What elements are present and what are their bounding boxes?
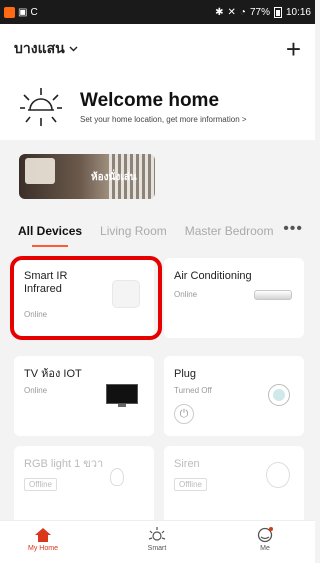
battery-icon	[273, 6, 282, 18]
room-card-living[interactable]: ห้องนั่งเล่น	[19, 154, 155, 199]
offline-badge: Offline	[174, 478, 207, 491]
device-name: Siren	[174, 458, 200, 470]
chevron-down-icon	[69, 46, 78, 52]
bottom-nav: My Home Smart Me	[0, 520, 315, 563]
welcome-section[interactable]: Welcome home Set your home location, get…	[0, 74, 315, 140]
offline-badge: Offline	[24, 478, 57, 491]
siren-icon	[266, 462, 290, 488]
device-card-tv[interactable]: TV ห้อง IOT Online	[14, 356, 154, 436]
welcome-subtitle[interactable]: Set your home location, get more informa…	[80, 115, 247, 124]
air-conditioner-icon	[254, 290, 292, 300]
power-toggle-button[interactable]: ⏻	[174, 404, 194, 424]
smart-sun-icon	[148, 527, 166, 541]
nav-label: My Home	[28, 545, 58, 552]
app-notification-icon	[4, 6, 15, 18]
mute-icon: ✕	[227, 6, 236, 18]
profile-icon	[257, 527, 273, 543]
device-card-rgb-light[interactable]: RGB light 1 ขวา Offline	[14, 446, 154, 526]
sun-icon	[20, 88, 62, 126]
home-name: บางแสน	[14, 40, 65, 56]
tv-stand	[118, 404, 126, 407]
add-device-button[interactable]: +	[286, 36, 301, 62]
device-card-smart-ir[interactable]: Smart IR Infrared Online	[14, 258, 154, 338]
home-selector[interactable]: บางแสน	[14, 38, 78, 60]
nav-me[interactable]: Me	[230, 523, 300, 552]
room-tabs: All Devices Living Room Master Bedroom •…	[0, 214, 315, 248]
nav-label: Smart	[147, 545, 167, 552]
top-header: บางแสน +	[0, 24, 315, 74]
plug-icon	[268, 384, 290, 406]
device-name: Air Conditioning	[174, 270, 252, 282]
status-bar: ▣ C ✱ ✕ ◔ 77% 10:16	[0, 0, 315, 24]
device-card-plug[interactable]: Plug Turned Off ⏻	[164, 356, 304, 436]
room-label: ห้องนั่งเล่น	[91, 172, 137, 183]
device-status: Online	[24, 310, 48, 319]
welcome-title: Welcome home	[80, 90, 220, 111]
device-card-air-conditioning[interactable]: Air Conditioning Online	[164, 258, 304, 338]
cast-icon: C	[30, 6, 38, 18]
clock: 10:16	[285, 6, 311, 18]
tab-all-devices[interactable]: All Devices	[18, 224, 82, 247]
room-photo-lamp	[25, 158, 55, 184]
device-name: RGB light 1 ขวา	[24, 458, 104, 470]
tv-icon	[106, 384, 138, 404]
battery-percent: 77%	[249, 6, 270, 18]
nav-smart[interactable]: Smart	[122, 523, 192, 552]
device-name: Plug	[174, 368, 197, 380]
device-status: Turned Off	[174, 386, 212, 395]
device-name: TV ห้อง IOT	[24, 368, 82, 380]
tab-living-room[interactable]: Living Room	[100, 224, 167, 238]
ir-remote-icon	[112, 280, 140, 308]
gallery-icon: ▣	[18, 6, 28, 18]
device-name: Smart IR Infrared	[24, 270, 68, 295]
device-status: Online	[24, 386, 48, 395]
home-icon	[35, 528, 51, 542]
nav-label: Me	[260, 545, 270, 552]
wifi-icon: ◔	[239, 6, 246, 18]
nav-my-home[interactable]: My Home	[8, 523, 78, 552]
device-status: Online	[174, 290, 198, 299]
more-tabs-button[interactable]: •••	[283, 220, 303, 238]
device-card-siren[interactable]: Siren Offline	[164, 446, 304, 526]
light-bulb-icon	[110, 468, 124, 486]
tab-master-bedroom[interactable]: Master Bedroom	[185, 224, 274, 238]
bluetooth-icon: ✱	[215, 6, 224, 18]
